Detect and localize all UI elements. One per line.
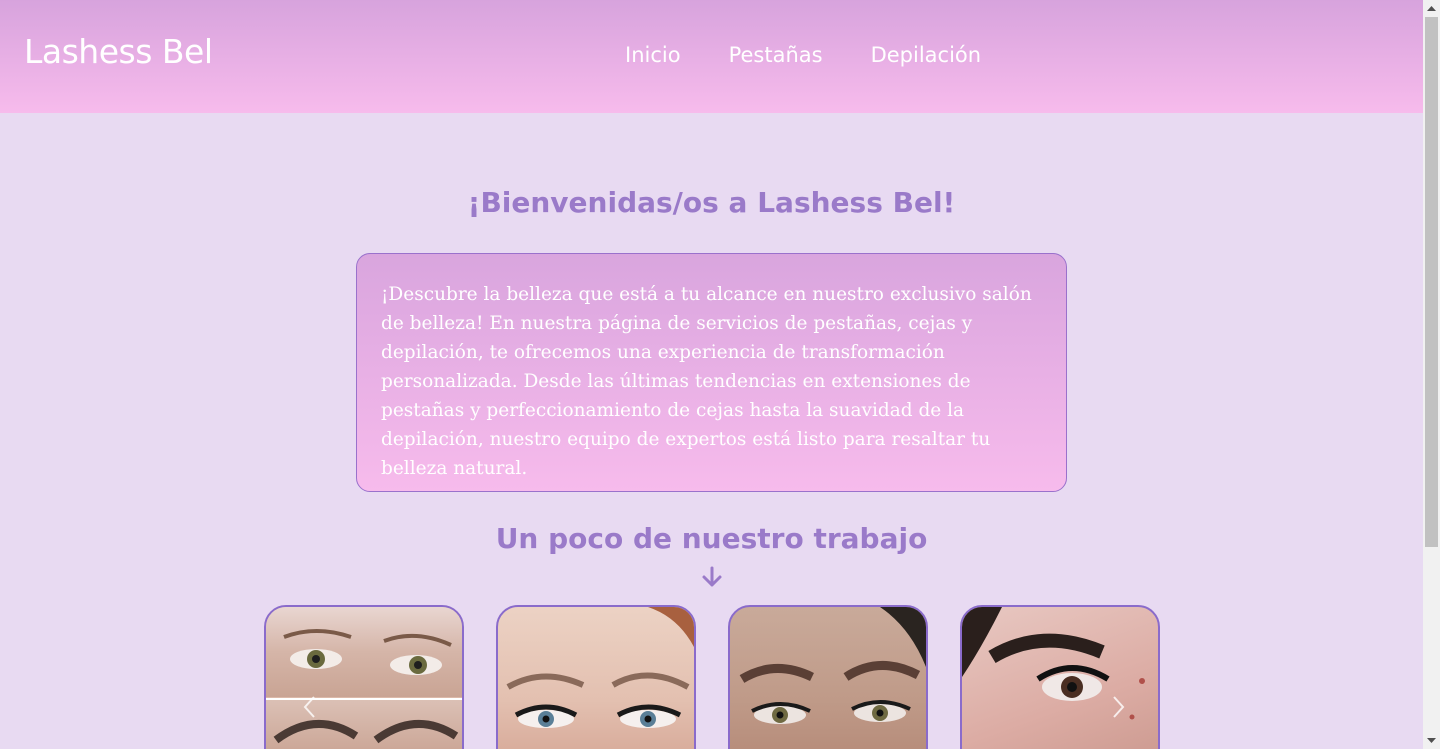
nav-link-depilacion[interactable]: Depilación	[871, 43, 982, 67]
carousel-next-icon[interactable]	[1108, 695, 1128, 719]
gallery	[264, 605, 1160, 749]
eye-image	[283, 629, 452, 675]
main-nav: Inicio Pestañas Depilación	[625, 43, 981, 67]
scroll-up-icon[interactable]	[1427, 4, 1436, 13]
intro-text: ¡Descubre la belleza que está a tu alcan…	[381, 284, 1032, 479]
gallery-card-3[interactable]	[728, 605, 928, 749]
nav-link-pestanas[interactable]: Pestañas	[729, 43, 823, 67]
eyebrow-image	[273, 720, 459, 744]
gallery-photo-1-top	[266, 607, 462, 697]
arrow-down-icon	[702, 566, 722, 587]
nav-link-inicio[interactable]: Inicio	[625, 43, 681, 67]
gallery-card-2[interactable]	[496, 605, 696, 749]
carousel-prev-icon[interactable]	[300, 695, 320, 719]
gallery-card-4[interactable]	[960, 605, 1160, 749]
scrollbar-thumb[interactable]	[1425, 17, 1438, 547]
scroll-down-icon[interactable]	[1427, 736, 1436, 745]
gallery-photo-3	[739, 607, 926, 724]
gallery-card-1[interactable]	[264, 605, 464, 749]
site-header: Lashess Bel Inicio Pestañas Depilación	[0, 0, 1423, 113]
welcome-title: ¡Bienvenidas/os a Lashess Bel!	[467, 186, 956, 219]
gallery-photo-2	[506, 607, 694, 728]
site-logo[interactable]: Lashess Bel	[24, 32, 213, 71]
gallery-photo-1-bottom	[266, 698, 462, 749]
gallery-photo-4	[962, 607, 1145, 720]
vertical-scrollbar[interactable]	[1423, 0, 1440, 749]
gallery-title: Un poco de nuestro trabajo	[495, 522, 928, 555]
intro-box: ¡Descubre la belleza que está a tu alcan…	[356, 253, 1067, 492]
